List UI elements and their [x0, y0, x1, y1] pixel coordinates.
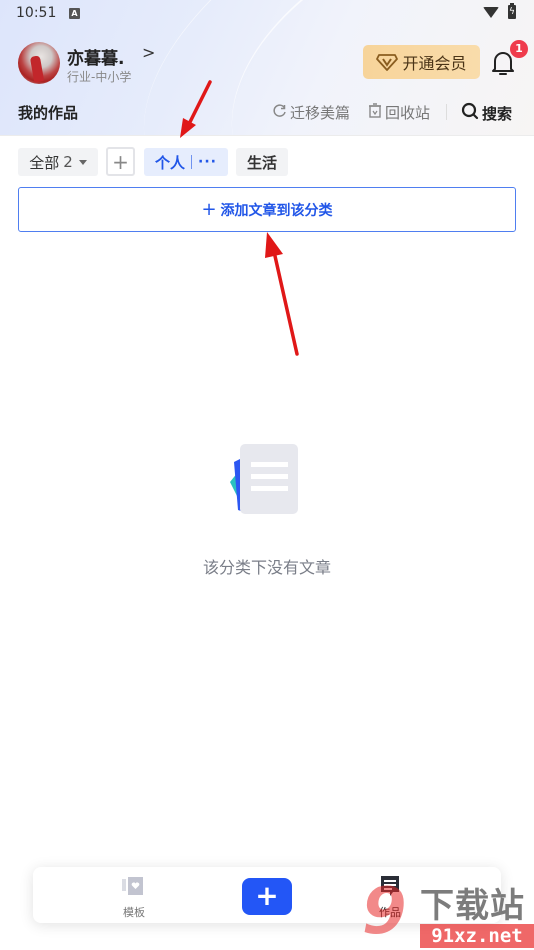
- create-button[interactable]: +: [242, 878, 292, 915]
- annotation-arrow-up: [265, 232, 299, 356]
- add-article-label: 添加文章到该分类: [220, 202, 333, 219]
- category-tab-life[interactable]: 生活: [236, 148, 288, 176]
- more-options-icon[interactable]: ···: [198, 154, 217, 170]
- notification-badge: 1: [510, 40, 528, 58]
- notification-a-icon: A: [69, 8, 80, 19]
- search-label: 搜索: [482, 104, 513, 123]
- add-article-to-category-button[interactable]: + 添加文章到该分类: [18, 187, 516, 232]
- bottom-navigation: 模板 + 作品: [33, 867, 501, 923]
- my-works-title: 我的作品: [18, 104, 79, 122]
- nav-templates[interactable]: 模板: [121, 875, 147, 920]
- nav-label: 作品: [379, 906, 401, 919]
- wifi-icon: [483, 7, 499, 18]
- chip-separator: [191, 155, 193, 169]
- category-label: 生活: [246, 153, 277, 172]
- search-button[interactable]: 搜索: [461, 102, 512, 124]
- battery-icon: ϟ: [508, 3, 516, 19]
- category-all-label: 全部: [29, 153, 60, 172]
- works-icon: [379, 875, 401, 901]
- category-all-dropdown[interactable]: 全部 2: [18, 148, 98, 176]
- search-icon: [461, 102, 479, 124]
- refresh-icon: [272, 103, 287, 122]
- avatar[interactable]: [18, 42, 60, 84]
- empty-state-text: 该分类下没有文章: [202, 558, 331, 577]
- template-icon: [121, 875, 147, 901]
- recycle-label: 回收站: [385, 104, 431, 122]
- vip-button[interactable]: 开通会员: [363, 45, 480, 79]
- vip-label: 开通会员: [402, 54, 467, 73]
- status-time: 10:51: [16, 5, 57, 21]
- watermark-url: 91xz.net: [420, 924, 534, 948]
- chevron-right-icon[interactable]: >: [142, 43, 155, 62]
- trash-icon: [368, 103, 382, 122]
- caret-down-icon: [78, 159, 87, 165]
- recycle-bin-button[interactable]: 回收站: [368, 102, 430, 123]
- status-bar: 10:51 A ϟ: [0, 0, 534, 28]
- migrate-button[interactable]: 迁移美篇: [272, 102, 350, 123]
- category-label: 个人: [155, 153, 186, 172]
- divider: [446, 104, 447, 120]
- category-tab-personal[interactable]: 个人 ···: [144, 148, 228, 176]
- vip-diamond-icon: [376, 53, 399, 71]
- nav-works[interactable]: 作品: [379, 875, 401, 920]
- user-name[interactable]: 亦暮暮.: [67, 44, 124, 69]
- user-industry: 行业-中小学: [67, 70, 132, 84]
- empty-documents-icon: [224, 440, 304, 520]
- category-all-count: 2: [63, 153, 73, 171]
- add-category-button[interactable]: +: [106, 147, 135, 176]
- header-divider: [0, 135, 534, 136]
- plus-icon: +: [201, 199, 217, 220]
- migrate-label: 迁移美篇: [290, 104, 351, 122]
- nav-label: 模板: [123, 906, 145, 919]
